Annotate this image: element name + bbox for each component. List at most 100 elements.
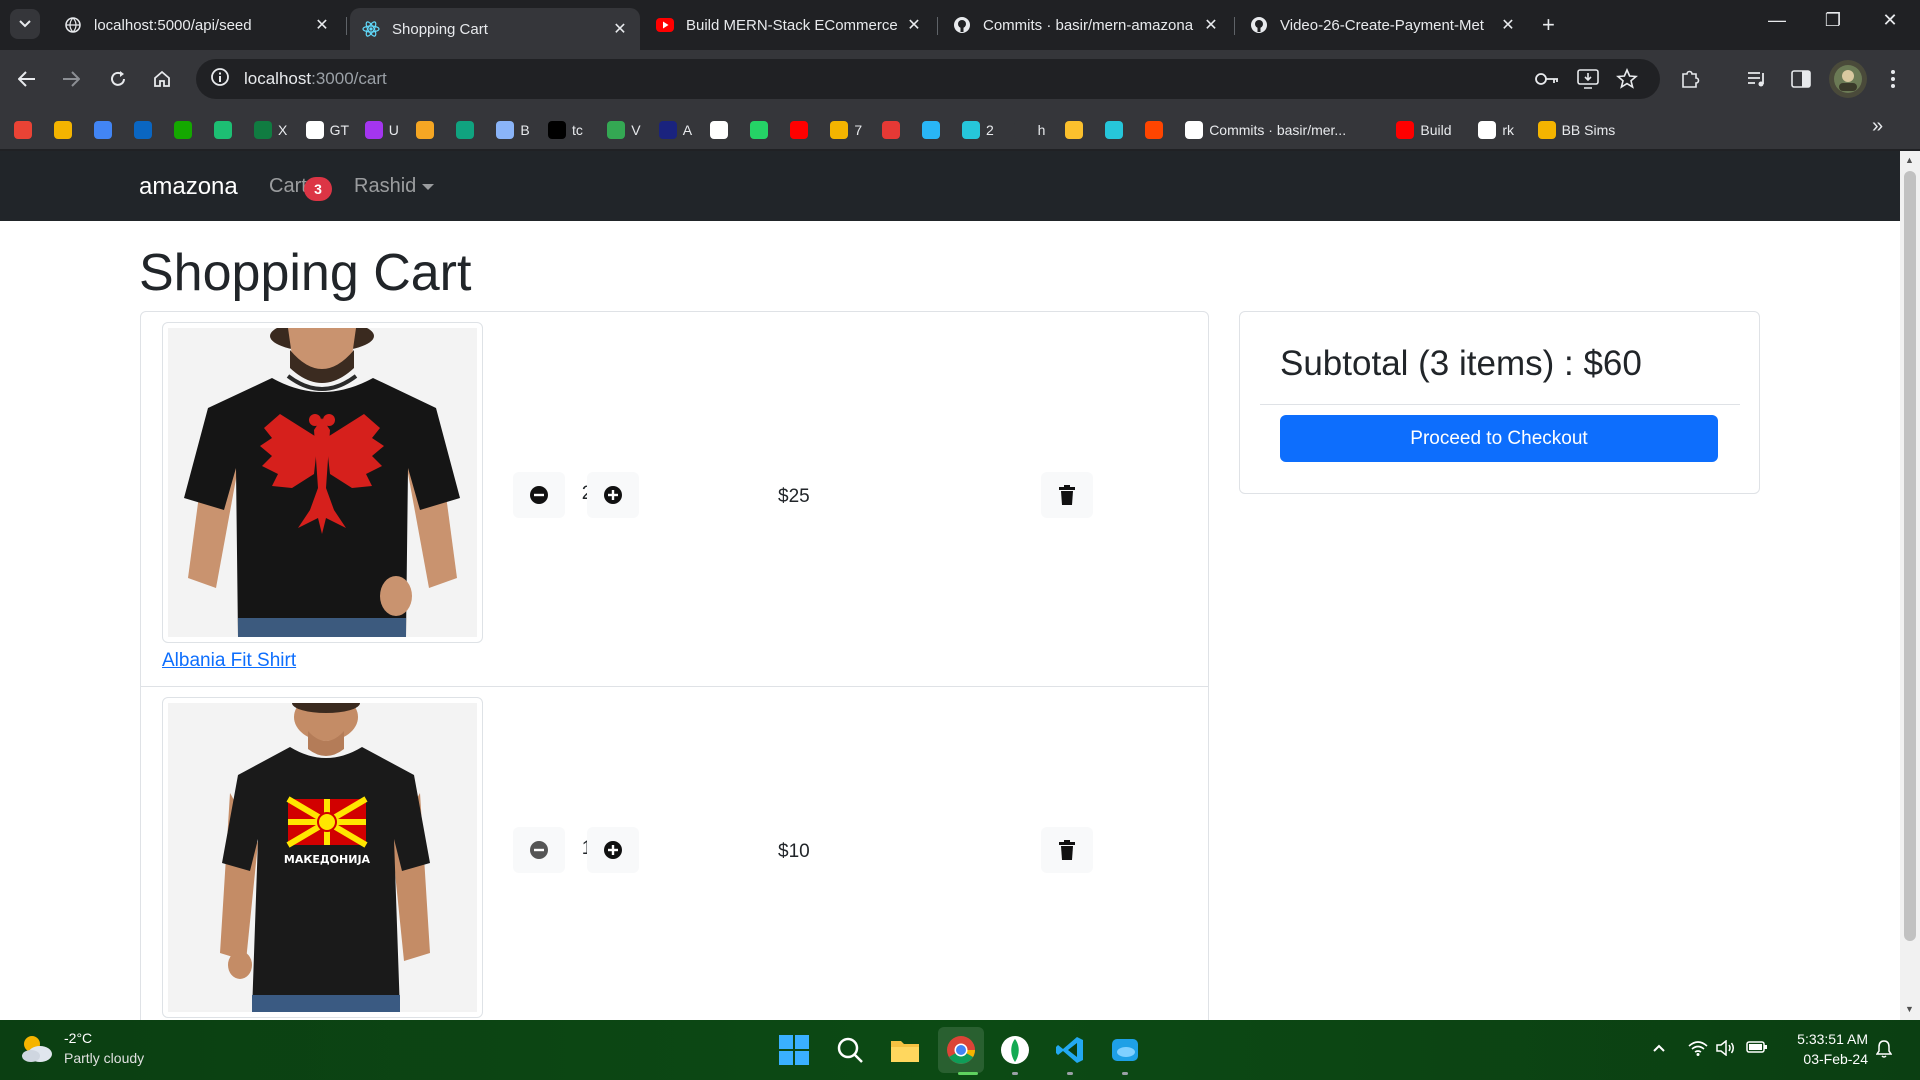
bookmark-item[interactable]: V [607,120,641,140]
new-tab-button[interactable]: + [1542,12,1555,38]
tab-close-icon[interactable]: ✕ [314,15,330,35]
tab-github-video26[interactable]: Video-26-Create-Payment-Met ✕ [1238,8,1528,42]
file-explorer-icon[interactable] [888,1033,922,1067]
brand-link[interactable]: amazona [139,173,238,201]
bookmark-star-icon[interactable] [1614,66,1640,92]
clock-date[interactable]: 03-Feb-24 [1788,1051,1868,1067]
battery-icon[interactable] [1746,1040,1768,1058]
increase-quantity-button[interactable] [587,472,639,518]
tab-close-icon[interactable]: ✕ [612,19,628,39]
minimize-icon[interactable]: — [1757,10,1797,31]
bookmark-item[interactable] [214,120,238,140]
bookmark-item[interactable]: X [254,120,287,140]
bookmark-item[interactable] [882,120,906,140]
notification-bell-icon[interactable] [1875,1040,1893,1062]
proceed-to-checkout-button[interactable]: Proceed to Checkout [1280,415,1718,462]
increase-quantity-button[interactable] [587,827,639,873]
bookmark-item[interactable]: BB Sims [1537,120,1615,140]
url-path: :3000/cart [311,69,387,88]
bookmark-item[interactable] [134,120,158,140]
search-icon[interactable] [833,1033,867,1067]
bookmark-item[interactable]: B [496,120,530,140]
weather-temperature[interactable]: -2°C [64,1030,92,1046]
tab-close-icon[interactable]: ✕ [1500,15,1516,35]
back-icon[interactable] [12,64,42,94]
bookmark-item[interactable]: tc [548,120,583,140]
tab-title: Build MERN-Stack ECommerce [686,16,898,34]
vscode-icon[interactable] [1053,1033,1087,1067]
bookmark-item[interactable]: Build [1396,120,1452,140]
bookmark-item[interactable]: 7 [830,120,862,140]
bookmark-item[interactable] [1105,120,1129,140]
side-panel-icon[interactable] [1788,66,1814,92]
decrease-quantity-button[interactable] [513,827,565,873]
bookmark-item[interactable]: Commits · basir/mer... [1185,120,1346,140]
bookmark-item[interactable]: rk [1478,120,1514,140]
bookmark-item[interactable]: h [1013,120,1045,140]
chrome-icon[interactable] [944,1033,978,1067]
password-key-icon[interactable] [1534,66,1560,92]
weather-partly-cloudy-icon[interactable] [18,1032,54,1071]
bookmark-item[interactable] [750,120,774,140]
remove-item-button[interactable] [1041,472,1093,518]
bookmark-item[interactable] [416,120,440,140]
scroll-up-icon[interactable]: ▲ [1905,155,1914,165]
clock-time[interactable]: 5:33:51 AM [1788,1031,1868,1047]
coin-icon [1065,121,1084,139]
extensions-icon[interactable] [1677,66,1703,92]
decrease-quantity-button[interactable] [513,472,565,518]
bookmark-item[interactable] [456,120,480,140]
bookmark-item[interactable]: A [658,120,692,140]
profile-avatar[interactable] [1829,60,1867,98]
media-control-icon[interactable] [1744,66,1770,92]
bookmark-item[interactable] [1145,120,1169,140]
tab-api-seed[interactable]: localhost:5000/api/seed ✕ [52,8,342,42]
user-dropdown-toggle[interactable]: Rashid [354,175,435,198]
weather-description[interactable]: Partly cloudy [64,1050,144,1066]
bookmark-item[interactable] [174,120,198,140]
menu-kebab-icon[interactable] [1880,66,1906,92]
play-cyan-icon [962,121,980,139]
scrollbar-thumb[interactable] [1904,171,1916,941]
bookmark-item[interactable]: U [364,120,399,140]
bookmark-item[interactable]: GT [305,120,349,140]
site-info-icon[interactable] [210,67,230,92]
reload-icon[interactable] [103,64,133,94]
bookmark-item[interactable] [14,120,38,140]
tab-search-button[interactable] [10,9,40,39]
tab-github-commits[interactable]: Commits · basir/mern-amazona ✕ [941,8,1231,42]
tab-youtube-build[interactable]: Build MERN-Stack ECommerce ✕ [644,8,934,42]
bookmark-item[interactable] [710,120,734,140]
scroll-down-icon[interactable]: ▼ [1905,1004,1914,1014]
bookmark-item[interactable] [922,120,946,140]
forward-icon[interactable] [56,64,86,94]
tab-close-icon[interactable]: ✕ [906,15,922,35]
tab-close-icon[interactable]: ✕ [1203,15,1219,35]
bookmark-item[interactable] [790,120,814,140]
remove-item-button[interactable] [1041,827,1093,873]
more-bookmarks-chevron-icon[interactable]: » [1872,115,1883,137]
mongodb-compass-icon[interactable] [998,1033,1032,1067]
bookmark-item[interactable] [54,120,78,140]
address-bar[interactable]: localhost:3000/cart [196,59,1660,99]
home-icon[interactable] [147,64,177,94]
page-scrollbar[interactable]: ▲ ▼ [1900,151,1920,1020]
page-viewport: amazona Cart 3 Rashid Shopping Cart Alba… [0,151,1920,1020]
windows-start-icon[interactable] [777,1033,811,1067]
product-name-link[interactable]: Albania Fit Shirt [162,650,296,672]
show-hidden-icons-chevron-icon[interactable] [1652,1040,1666,1057]
install-app-icon[interactable] [1575,66,1601,92]
nav-cart-link[interactable]: Cart [269,175,307,198]
bookmark-item[interactable] [1065,120,1089,140]
bookmark-item[interactable]: 2 [962,120,994,140]
volume-icon[interactable] [1716,1039,1736,1060]
close-window-icon[interactable]: ✕ [1870,10,1910,31]
tab-shopping-cart[interactable]: Shopping Cart ✕ [350,8,640,50]
restore-icon[interactable]: ❐ [1813,10,1853,31]
subtotal-text: Subtotal (3 items) : $60 [1280,344,1642,383]
onedrive-app-icon[interactable] [1108,1033,1142,1067]
bookmark-item[interactable] [94,120,118,140]
wifi-icon[interactable] [1688,1040,1708,1060]
minus-circle-icon [530,841,548,859]
download-icon [607,121,626,139]
